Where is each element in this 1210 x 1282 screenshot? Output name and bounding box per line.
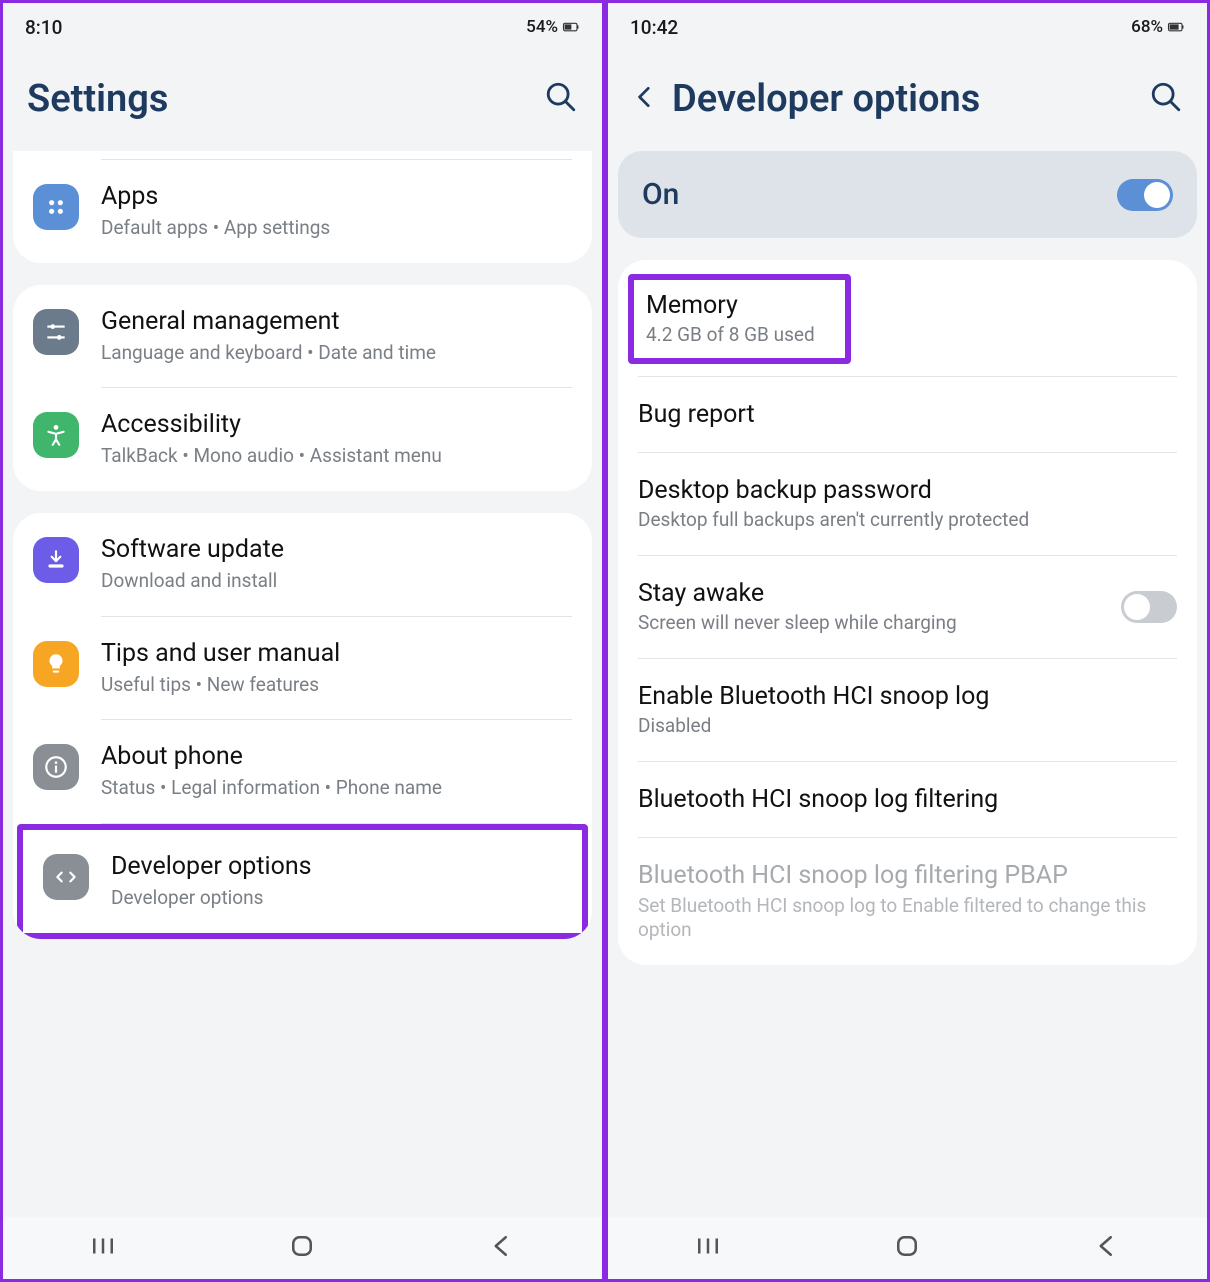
item-title: Bluetooth HCI snoop log filtering <box>638 784 1177 815</box>
item-sub: Useful tips • New features <box>101 673 572 698</box>
search-icon <box>544 80 578 114</box>
battery-text: 54% <box>526 17 558 37</box>
item-title: Desktop backup password <box>638 475 1177 506</box>
item-sub: Download and install <box>101 569 572 594</box>
item-title: Accessibility <box>101 410 572 444</box>
search-button[interactable] <box>1149 80 1183 118</box>
item-sub: Developer options <box>111 886 562 911</box>
dev-item-memory-wrap: Memory 4.2 GB of 8 GB used <box>618 260 1197 376</box>
sliders-icon <box>33 309 79 355</box>
nav-home[interactable] <box>287 1231 317 1265</box>
nav-recent[interactable] <box>693 1231 723 1265</box>
battery-icon <box>562 18 580 36</box>
dev-item-bugreport[interactable]: Bug report <box>618 377 1197 452</box>
dev-item-stayawake[interactable]: Stay awake Screen will never sleep while… <box>618 556 1197 658</box>
lightbulb-icon <box>33 641 79 687</box>
devoptions-group: Memory 4.2 GB of 8 GB used Bug report De… <box>618 260 1197 965</box>
page-title: Developer options <box>672 77 1149 121</box>
search-button[interactable] <box>544 80 578 118</box>
update-icon <box>33 537 79 583</box>
item-sub: Status • Legal information • Phone name <box>101 776 572 801</box>
item-title: Memory <box>646 290 815 321</box>
accessibility-icon <box>33 412 79 458</box>
item-title: General management <box>101 307 572 341</box>
status-icons: 68% <box>1131 17 1185 37</box>
page-title: Settings <box>27 77 544 121</box>
dev-item-bt-filter[interactable]: Bluetooth HCI snoop log filtering <box>618 762 1197 837</box>
master-toggle-switch[interactable] <box>1117 179 1173 211</box>
settings-list[interactable]: Apps Default apps • App settings General… <box>3 151 602 1279</box>
devoptions-list[interactable]: Memory 4.2 GB of 8 GB used Bug report De… <box>608 260 1207 1279</box>
dev-item-backup[interactable]: Desktop backup password Desktop full bac… <box>618 453 1197 555</box>
nav-bar <box>3 1217 602 1279</box>
item-title: Developer options <box>111 852 562 886</box>
settings-group: General management Language and keyboard… <box>13 285 592 491</box>
settings-item-software[interactable]: Software update Download and install <box>13 513 592 616</box>
item-title: Stay awake <box>638 578 1105 609</box>
item-sub: Language and keyboard • Date and time <box>101 341 572 366</box>
status-time: 8:10 <box>25 16 62 39</box>
highlight-developer: Developer options Developer options <box>17 824 588 939</box>
dev-item-memory[interactable]: Memory 4.2 GB of 8 GB used <box>634 280 845 358</box>
dev-item-bt-pbap: Bluetooth HCI snoop log filtering PBAP S… <box>618 838 1197 965</box>
page-header: Developer options <box>608 51 1207 151</box>
status-time: 10:42 <box>630 16 678 39</box>
nav-back[interactable] <box>487 1231 517 1265</box>
nav-recent[interactable] <box>88 1231 118 1265</box>
settings-screen: 8:10 54% Settings Apps Default apps • Ap… <box>3 3 602 1279</box>
status-bar: 8:10 54% <box>3 3 602 51</box>
developer-options-screen: 10:42 68% Developer options On Memory 4.… <box>608 3 1207 1279</box>
item-title: Tips and user manual <box>101 639 572 673</box>
settings-item-general[interactable]: General management Language and keyboard… <box>13 285 592 388</box>
item-title: Bug report <box>638 399 1177 430</box>
item-sub: Set Bluetooth HCI snoop log to Enable fi… <box>638 892 1177 943</box>
item-sub: Default apps • App settings <box>101 216 572 241</box>
item-title: Software update <box>101 535 572 569</box>
item-sub: TalkBack • Mono audio • Assistant menu <box>101 444 572 469</box>
item-title: Apps <box>101 182 572 216</box>
master-toggle-card[interactable]: On <box>618 151 1197 238</box>
dev-item-bt-hci[interactable]: Enable Bluetooth HCI snoop log Disabled <box>618 659 1197 761</box>
highlight-memory: Memory 4.2 GB of 8 GB used <box>628 274 851 364</box>
status-bar: 10:42 68% <box>608 3 1207 51</box>
settings-group: Software update Download and install Tip… <box>13 513 592 939</box>
master-toggle-label: On <box>642 177 679 212</box>
back-button[interactable] <box>632 84 672 114</box>
settings-item-accessibility[interactable]: Accessibility TalkBack • Mono audio • As… <box>13 388 592 491</box>
battery-text: 68% <box>1131 17 1163 37</box>
settings-item-about[interactable]: About phone Status • Legal information •… <box>13 720 592 823</box>
item-title: Bluetooth HCI snoop log filtering PBAP <box>638 860 1177 891</box>
item-sub: 4.2 GB of 8 GB used <box>646 321 815 348</box>
info-icon <box>33 744 79 790</box>
status-icons: 54% <box>526 17 580 37</box>
nav-bar <box>608 1217 1207 1279</box>
item-sub: Disabled <box>638 712 1177 739</box>
settings-group: Apps Default apps • App settings <box>13 151 592 263</box>
chevron-left-icon <box>632 84 658 110</box>
search-icon <box>1149 80 1183 114</box>
settings-item-developer[interactable]: Developer options Developer options <box>23 830 582 933</box>
settings-item-apps[interactable]: Apps Default apps • App settings <box>13 160 592 263</box>
settings-item-tips[interactable]: Tips and user manual Useful tips • New f… <box>13 617 592 720</box>
battery-icon <box>1167 18 1185 36</box>
stayawake-toggle[interactable] <box>1121 591 1177 623</box>
nav-back[interactable] <box>1092 1231 1122 1265</box>
apps-icon <box>33 184 79 230</box>
item-title: Enable Bluetooth HCI snoop log <box>638 681 1177 712</box>
nav-home[interactable] <box>892 1231 922 1265</box>
item-sub: Screen will never sleep while charging <box>638 609 1105 636</box>
item-title: About phone <box>101 742 572 776</box>
item-sub: Desktop full backups aren't currently pr… <box>638 506 1177 533</box>
page-header: Settings <box>3 51 602 151</box>
code-icon <box>43 854 89 900</box>
